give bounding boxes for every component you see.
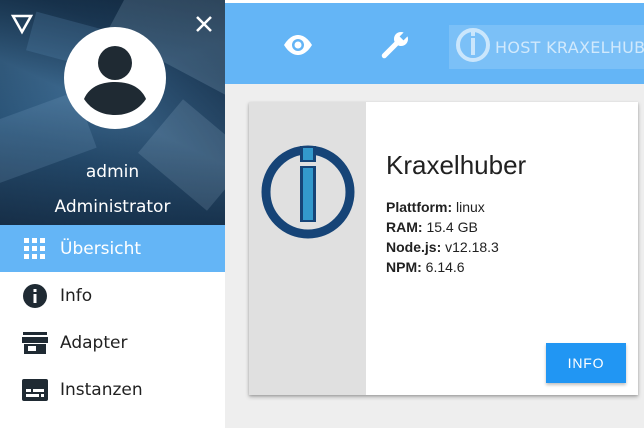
sidebar-item-label: Info: [60, 285, 93, 306]
user-role: Administrator: [54, 197, 171, 217]
top-bar: HOST KRAXELHUBER: [225, 0, 644, 84]
info-icon: [22, 283, 48, 309]
sidebar-item-label: Adapter: [60, 332, 128, 353]
host-title: Kraxelhuber: [386, 150, 527, 180]
subtitles-icon: [22, 377, 48, 403]
host-label: HOST KRAXELHUBER: [495, 37, 644, 57]
sidebar-item-uebersicht[interactable]: Übersicht: [0, 225, 225, 272]
host-details: Plattform: linux RAM: 15.4 GB Node.js: v…: [386, 197, 499, 277]
sidebar-item-adapter[interactable]: Adapter: [0, 319, 225, 366]
grid-icon: [22, 236, 48, 262]
eye-icon[interactable]: [282, 29, 314, 61]
iobroker-logo-icon: [455, 27, 491, 67]
user-name: admin: [85, 162, 140, 182]
info-line-platform: Plattform: linux: [386, 199, 485, 215]
sidebar-item-label: Übersicht: [60, 238, 142, 259]
menu-toggle-icon[interactable]: [10, 12, 34, 36]
info-line-nodejs: Node.js: v12.18.3: [386, 239, 499, 255]
sidebar-item-label: Instanzen: [60, 379, 143, 400]
card-image-panel: [249, 102, 366, 395]
avatar: [64, 27, 166, 129]
host-card: Kraxelhuber Plattform: linux RAM: 15.4 G…: [249, 102, 638, 395]
sidebar: admin Administrator Übersicht Info Adapt…: [0, 0, 225, 428]
sidebar-item-instanzen[interactable]: Instanzen: [0, 366, 225, 413]
sidebar-item-info[interactable]: Info: [0, 272, 225, 319]
close-icon[interactable]: [192, 12, 216, 36]
wrench-icon[interactable]: [379, 29, 411, 61]
info-button[interactable]: INFO: [546, 343, 626, 383]
iobroker-logo-icon: [260, 144, 356, 240]
store-icon: [22, 330, 48, 356]
host-selector[interactable]: HOST KRAXELHUBER: [449, 25, 644, 69]
info-line-npm: NPM: 6.14.6: [386, 259, 465, 275]
sidebar-header: admin Administrator: [0, 0, 225, 225]
info-line-ram: RAM: 15.4 GB: [386, 219, 478, 235]
sidebar-nav: Übersicht Info Adapter Instanzen: [0, 225, 225, 413]
